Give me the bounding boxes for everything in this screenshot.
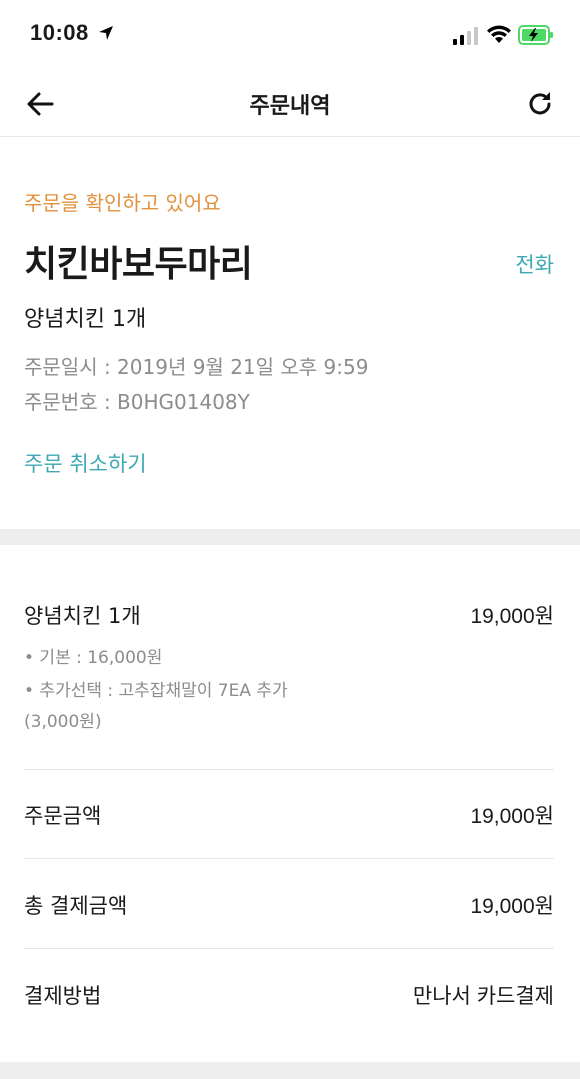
option-base: • 기본 : 16,000원 <box>24 648 163 668</box>
signal-icon <box>453 27 478 45</box>
item-name: 양념치킨 1개 <box>24 604 141 628</box>
order-amount-value: 19,000원 <box>470 805 554 828</box>
order-status-section: 주문을 확인하고 있어요 치킨바보두마리 전화 양념치킨 1개 주문일시 : 2… <box>0 137 580 529</box>
page-title: 주문내역 <box>249 94 331 119</box>
payment-method-value: 만나서 카드결제 <box>412 985 554 1008</box>
option-extra-price: (3,000원) <box>24 712 102 732</box>
order-amount-label: 주문금액 <box>24 804 102 828</box>
order-status-text: 주문을 확인하고 있어요 <box>24 191 221 215</box>
wifi-icon <box>487 25 511 43</box>
order-detail-screen: 10:08 주문내역 주문을 확인하고 있어요 치킨바보두마리 전화 양념치킨 … <box>0 0 580 1079</box>
order-date: 주문일시 : 2019년 9월 21일 오후 9:59 <box>24 355 369 379</box>
total-amount-label: 총 결제금액 <box>24 894 128 918</box>
call-button[interactable]: 전화 <box>515 249 554 279</box>
status-bar: 10:08 <box>0 0 580 70</box>
row-divider <box>24 769 554 770</box>
bottom-divider <box>0 1062 580 1079</box>
section-divider <box>0 529 580 545</box>
status-time: 10:08 <box>30 20 89 45</box>
location-arrow-icon <box>99 26 113 40</box>
store-name: 치킨바보두마리 <box>24 244 253 285</box>
battery-charging-icon <box>518 25 553 45</box>
order-number: 주문번호 : B0HG01408Y <box>24 390 250 414</box>
option-extra: • 추가선택 : 고추잡채말이 7EA 추가 <box>24 681 288 701</box>
row-divider <box>24 858 554 859</box>
cancel-order-button[interactable]: 주문 취소하기 <box>24 448 147 478</box>
row-divider <box>24 948 554 949</box>
payment-method-label: 결제방법 <box>24 984 102 1008</box>
order-summary: 양념치킨 1개 <box>24 307 147 332</box>
refresh-button[interactable] <box>522 86 558 122</box>
refresh-icon <box>529 92 551 115</box>
nav-bar: 주문내역 <box>0 70 580 137</box>
total-amount-value: 19,000원 <box>470 895 554 918</box>
item-price: 19,000원 <box>470 605 554 628</box>
